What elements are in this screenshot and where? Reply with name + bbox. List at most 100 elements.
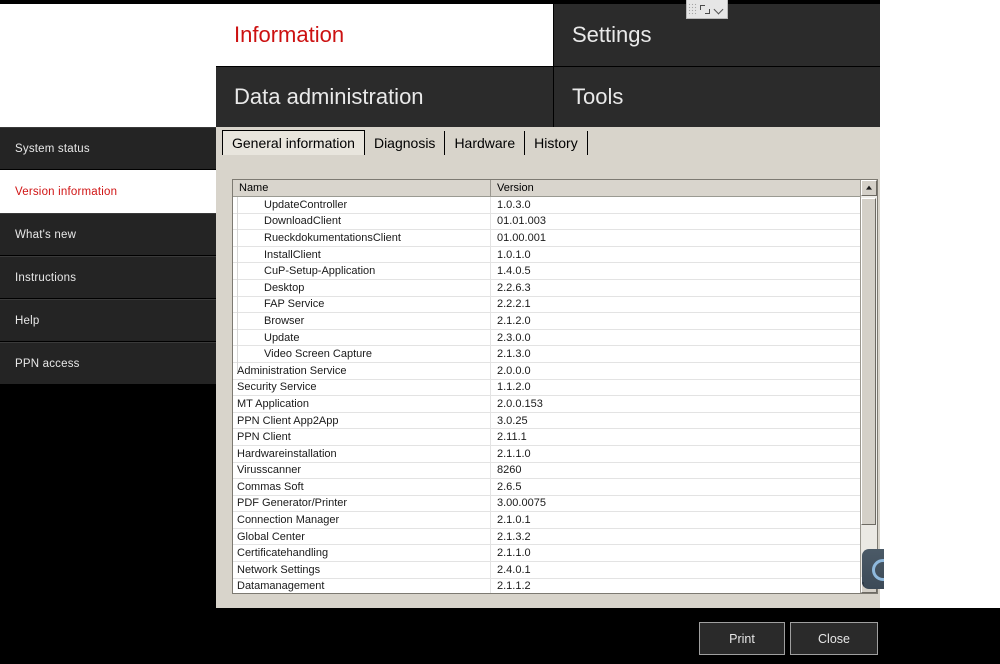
cell-version: 3.0.25 [497,414,528,427]
cell-version: 2.0.0.153 [497,397,543,410]
scroll-up-arrow-icon[interactable] [861,180,877,196]
cell-name: PPN Client [233,429,491,445]
table-row[interactable]: PDF Generator/Printer 3.00.0075 [233,495,877,513]
sidebar-item-whats-new[interactable]: What's new [0,213,216,256]
cell-version: 1.0.3.0 [497,198,531,211]
table-row[interactable]: MT Application 2.0.0.153 [233,396,877,413]
footer-bar: Print Close [0,608,1000,664]
column-header-name[interactable]: Name [233,180,491,196]
table-row[interactable]: Update 2.3.0.0 [233,329,877,347]
fullscreen-expand-icon[interactable] [698,3,712,16]
table-row[interactable]: PPN Client App2App 3.0.25 [233,412,877,430]
nav-tile-information-label: Information [234,22,345,47]
table-body: UpdateController 1.0.3.0 DownloadClient 01.… [233,197,877,593]
cell-name: Browser [233,313,491,329]
print-button[interactable]: Print [699,622,785,655]
table-row[interactable]: RueckdokumentationsClient 01.00.001 [233,230,877,247]
table-row[interactable]: CuP-Setup-Application 1.4.0.5 [233,263,877,280]
sidebar-item-ppn-access-label: PPN access [15,357,80,370]
table-row[interactable]: FAP Service 2.2.2.1 [233,296,877,314]
nav-tile-information[interactable]: Information [216,4,553,67]
cell-name: UpdateController [233,197,491,213]
cell-version: 8260 [497,464,522,477]
cell-version: 2.1.1.0 [497,447,531,460]
tab-diagnosis[interactable]: Diagnosis [364,131,446,155]
table-row[interactable]: Desktop 2.2.6.3 [233,279,877,297]
cell-name: Global Center [233,528,491,545]
table-vertical-scrollbar[interactable] [860,180,877,593]
cell-version: 2.11.1 [497,431,527,444]
nav-tile-tools[interactable]: Tools [553,67,880,127]
cell-name: Certificatehandling [233,545,491,562]
cell-name: PDF Generator/Printer [233,495,491,512]
table-row[interactable]: Connection Manager 2.1.0.1 [233,512,877,529]
nav-tile-data-administration[interactable]: Data administration [216,67,553,127]
table-row[interactable]: Network Settings 2.4.0.1 [233,562,877,579]
sidebar-item-ppn-access[interactable]: PPN access [0,342,216,385]
sidebar-item-system-status[interactable]: System status [0,127,216,170]
cell-version: 1.0.1.0 [497,248,531,261]
cell-name: Connection Manager [233,512,491,528]
cell-name: Commas Soft [233,479,491,495]
table-row[interactable]: Administration Service 2.0.0.0 [233,362,877,380]
table-row[interactable]: Video Screen Capture 2.1.3.0 [233,346,877,363]
tab-hardware[interactable]: Hardware [445,131,526,155]
cell-name: InstallClient [233,246,491,263]
tree-indent-gutter [237,197,238,372]
close-button[interactable]: Close [790,622,878,655]
cell-version: 2.2.2.1 [497,298,531,311]
cell-name: Network Settings [233,562,491,578]
cell-name: FAP Service [233,296,491,313]
marker-glyph-icon [872,559,884,581]
table-row[interactable]: Virusscanner 8260 [233,462,877,480]
cell-version: 01.01.003 [497,215,546,228]
tab-history[interactable]: History [525,131,588,155]
content-panel: General information Diagnosis Hardware H… [216,127,880,608]
tab-general-information[interactable]: General information [222,130,365,155]
cell-version: 1.1.2.0 [497,381,531,394]
table-row[interactable]: Browser 2.1.2.0 [233,313,877,330]
tab-history-label: History [534,135,578,151]
cell-name: DownloadClient [233,213,491,230]
desktop-right-gutter [880,0,1000,608]
cell-name: Video Screen Capture [233,346,491,362]
sidebar-item-version-information[interactable]: Version information [0,170,216,213]
drag-grip-icon[interactable] [688,2,697,16]
table-row[interactable]: Datamanagement 2.1.1.2 [233,578,877,593]
sidebar-item-system-status-label: System status [15,142,90,155]
cell-version: 1.4.0.5 [497,265,531,278]
tab-hardware-label: Hardware [454,135,516,151]
tab-diagnosis-label: Diagnosis [373,135,436,151]
table-row[interactable]: Security Service 1.1.2.0 [233,379,877,397]
table-row[interactable]: Hardwareinstallation 2.1.1.0 [233,445,877,463]
cell-version: 3.00.0075 [497,497,546,510]
floating-mini-toolbar[interactable] [686,0,728,19]
sidebar-item-whats-new-label: What's new [15,228,77,241]
cell-version: 2.2.6.3 [497,281,531,294]
sidebar-item-help[interactable]: Help [0,299,216,342]
cell-version: 01.00.001 [497,231,546,244]
cell-name: Security Service [233,379,491,396]
table-row[interactable]: Global Center 2.1.3.2 [233,528,877,546]
sidebar-item-instructions[interactable]: Instructions [0,256,216,299]
cell-version: 2.3.0.0 [497,331,531,344]
cell-name: Desktop [233,279,491,296]
table-row[interactable]: DownloadClient 01.01.003 [233,213,877,231]
cell-name: PPN Client App2App [233,412,491,429]
chevron-down-icon[interactable] [712,3,725,16]
cell-name: RueckdokumentationsClient [233,230,491,246]
primary-navigation-tiles: Information Settings Data administration… [216,4,880,127]
column-header-version[interactable]: Version [491,180,862,196]
table-row[interactable]: Certificatehandling 2.1.1.0 [233,545,877,563]
cell-name: Hardwareinstallation [233,445,491,462]
cell-name: Virusscanner [233,462,491,479]
cell-version: 2.1.1.2 [497,580,531,593]
table-row[interactable]: Commas Soft 2.6.5 [233,479,877,496]
table-row[interactable]: InstallClient 1.0.1.0 [233,246,877,264]
screen-root: Information Settings Data administration… [0,0,1000,664]
scrollbar-thumb[interactable] [861,198,876,525]
table-row[interactable]: UpdateController 1.0.3.0 [233,197,877,214]
sidebar-navigation: System status Version information What's… [0,127,216,608]
cell-version: 2.4.0.1 [497,563,531,576]
table-row[interactable]: PPN Client 2.11.1 [233,429,877,446]
